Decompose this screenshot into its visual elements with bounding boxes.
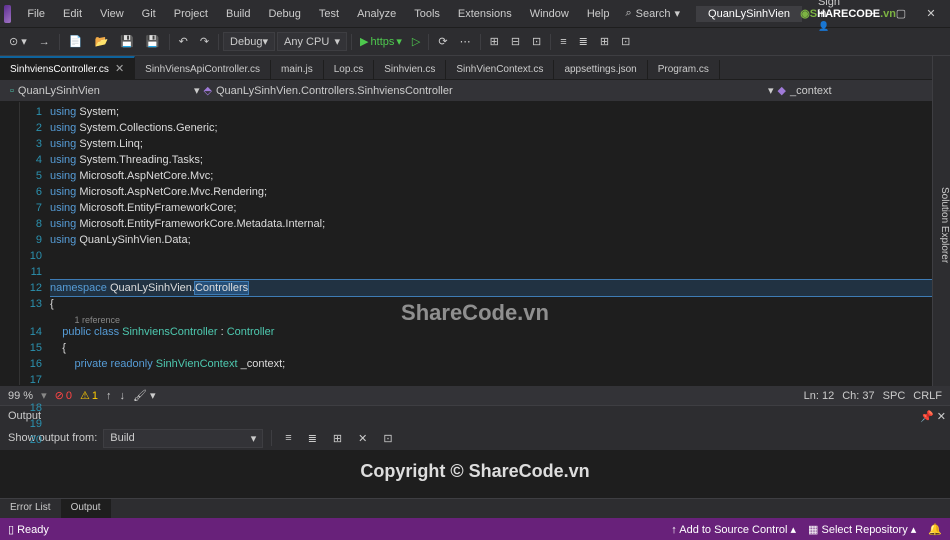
tb-icon[interactable]: ⟳ [433, 32, 452, 51]
signin-link[interactable]: Sign in 👤 [810, 0, 848, 34]
nav-class-dropdown[interactable]: ▾⬘QuanLySinhVien.Controllers.SinhviensCo… [188, 82, 758, 99]
bottom-tabs: Error ListOutput [0, 498, 950, 518]
output-header: Output 📌 ✕ [0, 406, 950, 426]
line-ending[interactable]: CRLF [913, 390, 942, 402]
code-editor[interactable]: 1234567891011121314151617181920 using Sy… [0, 102, 950, 385]
bell-icon[interactable]: 🔔 [928, 523, 942, 536]
tb-icon[interactable]: ≣ [303, 429, 322, 448]
editor-statusline: 99 % ▾ ⊘ 0 ⚠ 1 ↑ ↓ 🖌 ▾ Ln: 12 Ch: 37 SPC… [0, 385, 950, 405]
tb-icon[interactable]: ⊞ [595, 32, 614, 51]
source-control-button[interactable]: ↑ Add to Source Control ▴ [671, 523, 796, 536]
tb-icon[interactable]: ⊡ [527, 32, 546, 51]
menu-build[interactable]: Build [218, 4, 258, 24]
menu-test[interactable]: Test [311, 4, 347, 24]
document-tabs: SinhviensController.cs✕SinhViensApiContr… [0, 56, 950, 80]
tb-icon[interactable]: ⊟ [506, 32, 525, 51]
menu-edit[interactable]: Edit [55, 4, 90, 24]
menu-extensions[interactable]: Extensions [450, 4, 520, 24]
tb-icon[interactable]: ≡ [280, 429, 296, 447]
back-button[interactable]: ⊙ ▾ [4, 32, 32, 51]
config-dropdown[interactable]: Debug▾ [223, 32, 275, 51]
tab-Program.cs[interactable]: Program.cs [648, 60, 720, 79]
tab-appsettings.json[interactable]: appsettings.json [554, 60, 647, 79]
menu-window[interactable]: Window [522, 4, 577, 24]
main-toolbar: ⊙ ▾ → 📄 📂 💾 💾 ↶ ↷ Debug▾ Any CPU▾ ▶ http… [0, 28, 950, 56]
menu-view[interactable]: View [92, 4, 132, 24]
menu-git[interactable]: Git [134, 4, 164, 24]
warning-count[interactable]: ⚠ 1 [80, 389, 98, 402]
tb-icon[interactable]: ⊞ [485, 32, 504, 51]
forward-button[interactable]: → [34, 33, 55, 51]
project-name[interactable]: QuanLySinhVien [696, 6, 802, 22]
ready-label: ▯ Ready [8, 523, 49, 536]
brush-icon[interactable]: 🖌 ▾ [133, 389, 156, 402]
menu-debug[interactable]: Debug [260, 4, 308, 24]
menu-help[interactable]: Help [579, 4, 618, 24]
bottom-tab-Error List[interactable]: Error List [0, 499, 61, 518]
tab-SinhVienContext.cs[interactable]: SinhVienContext.cs [446, 60, 554, 79]
tab-Lop.cs[interactable]: Lop.cs [324, 60, 374, 79]
nav-down-icon[interactable]: ↓ [119, 390, 125, 402]
minimize-button[interactable]: ─ [856, 4, 886, 24]
tb-icon[interactable]: ≣ [574, 32, 593, 51]
tb-icon[interactable]: ≡ [555, 33, 571, 51]
search-label: Search [636, 8, 671, 20]
menu-file[interactable]: File [19, 4, 53, 24]
platform-dropdown[interactable]: Any CPU▾ [277, 32, 347, 51]
tb-icon[interactable]: ⊡ [616, 32, 635, 51]
save-button[interactable]: 💾 [115, 32, 139, 51]
line-numbers: 1234567891011121314151617181920 [20, 102, 50, 385]
menu-tools[interactable]: Tools [406, 4, 448, 24]
code-content[interactable]: using System;using System.Collections.Ge… [50, 102, 950, 385]
menu-analyze[interactable]: Analyze [349, 4, 404, 24]
tb-icon[interactable]: ⊡ [378, 429, 397, 448]
repo-button[interactable]: ▦ Select Repository ▴ [808, 523, 916, 536]
titlebar: FileEditViewGitProjectBuildDebugTestAnal… [0, 0, 950, 28]
nav-bar: ▫QuanLySinhVien ▾⬘QuanLySinhVien.Control… [0, 80, 950, 102]
output-body[interactable] [0, 450, 950, 498]
save-all-button[interactable]: 💾 [141, 32, 165, 51]
undo-button[interactable]: ↶ [174, 32, 193, 51]
tab-Sinhvien.cs[interactable]: Sinhvien.cs [374, 60, 446, 79]
solution-explorer-tab[interactable]: Solution Explorer [932, 56, 950, 386]
breakpoint-gutter[interactable] [0, 102, 20, 385]
nav-member-dropdown[interactable]: ▾◆_context [762, 82, 922, 99]
output-toolbar: Show output from: Build▾ ≡ ≣ ⊞ ✕ ⊡ [0, 426, 950, 450]
vs-logo-icon [4, 5, 11, 23]
maximize-button[interactable]: ▢ [886, 4, 916, 24]
open-button[interactable]: 📂 [90, 32, 114, 51]
clear-icon[interactable]: ✕ [353, 429, 372, 448]
close-button[interactable]: ✕ [916, 4, 946, 24]
bottom-tab-Output[interactable]: Output [61, 499, 111, 518]
tab-main.js[interactable]: main.js [271, 60, 324, 79]
cursor-line: Ln: 12 [804, 390, 835, 402]
indent-mode[interactable]: SPC [883, 390, 906, 402]
run-button[interactable]: ▶ https ▾ [356, 33, 406, 50]
redo-button[interactable]: ↷ [195, 32, 214, 51]
cursor-col: Ch: 37 [842, 390, 874, 402]
tab-SinhviensController.cs[interactable]: SinhviensController.cs✕ [0, 56, 135, 79]
new-button[interactable]: 📄 [64, 32, 88, 51]
search-menu[interactable]: ⌕ Search ▾ [617, 5, 688, 22]
window-controls: ─ ▢ ✕ [856, 4, 946, 24]
menu-project[interactable]: Project [166, 4, 216, 24]
nav-up-icon[interactable]: ↑ [106, 390, 112, 402]
main-menu: FileEditViewGitProjectBuildDebugTestAnal… [19, 4, 617, 24]
run-no-debug-button[interactable]: ▷ [408, 33, 424, 50]
statusbar: ▯ Ready ↑ Add to Source Control ▴ ▦ Sele… [0, 518, 950, 540]
output-panel: Output 📌 ✕ Show output from: Build▾ ≡ ≣ … [0, 405, 950, 498]
tb-icon[interactable]: ⊞ [328, 429, 347, 448]
search-icon: ⌕ [625, 7, 631, 20]
chevron-down-icon: ▾ [674, 7, 680, 20]
tab-SinhViensApiController.cs[interactable]: SinhViensApiController.cs [135, 60, 271, 79]
error-count[interactable]: ⊘ 0 [55, 389, 72, 402]
tb-icon[interactable]: ⋯ [455, 32, 476, 51]
pin-icon[interactable]: 📌 ✕ [920, 410, 946, 423]
nav-project-dropdown[interactable]: ▫QuanLySinhVien [4, 83, 184, 99]
output-source-dropdown[interactable]: Build▾ [103, 429, 263, 448]
